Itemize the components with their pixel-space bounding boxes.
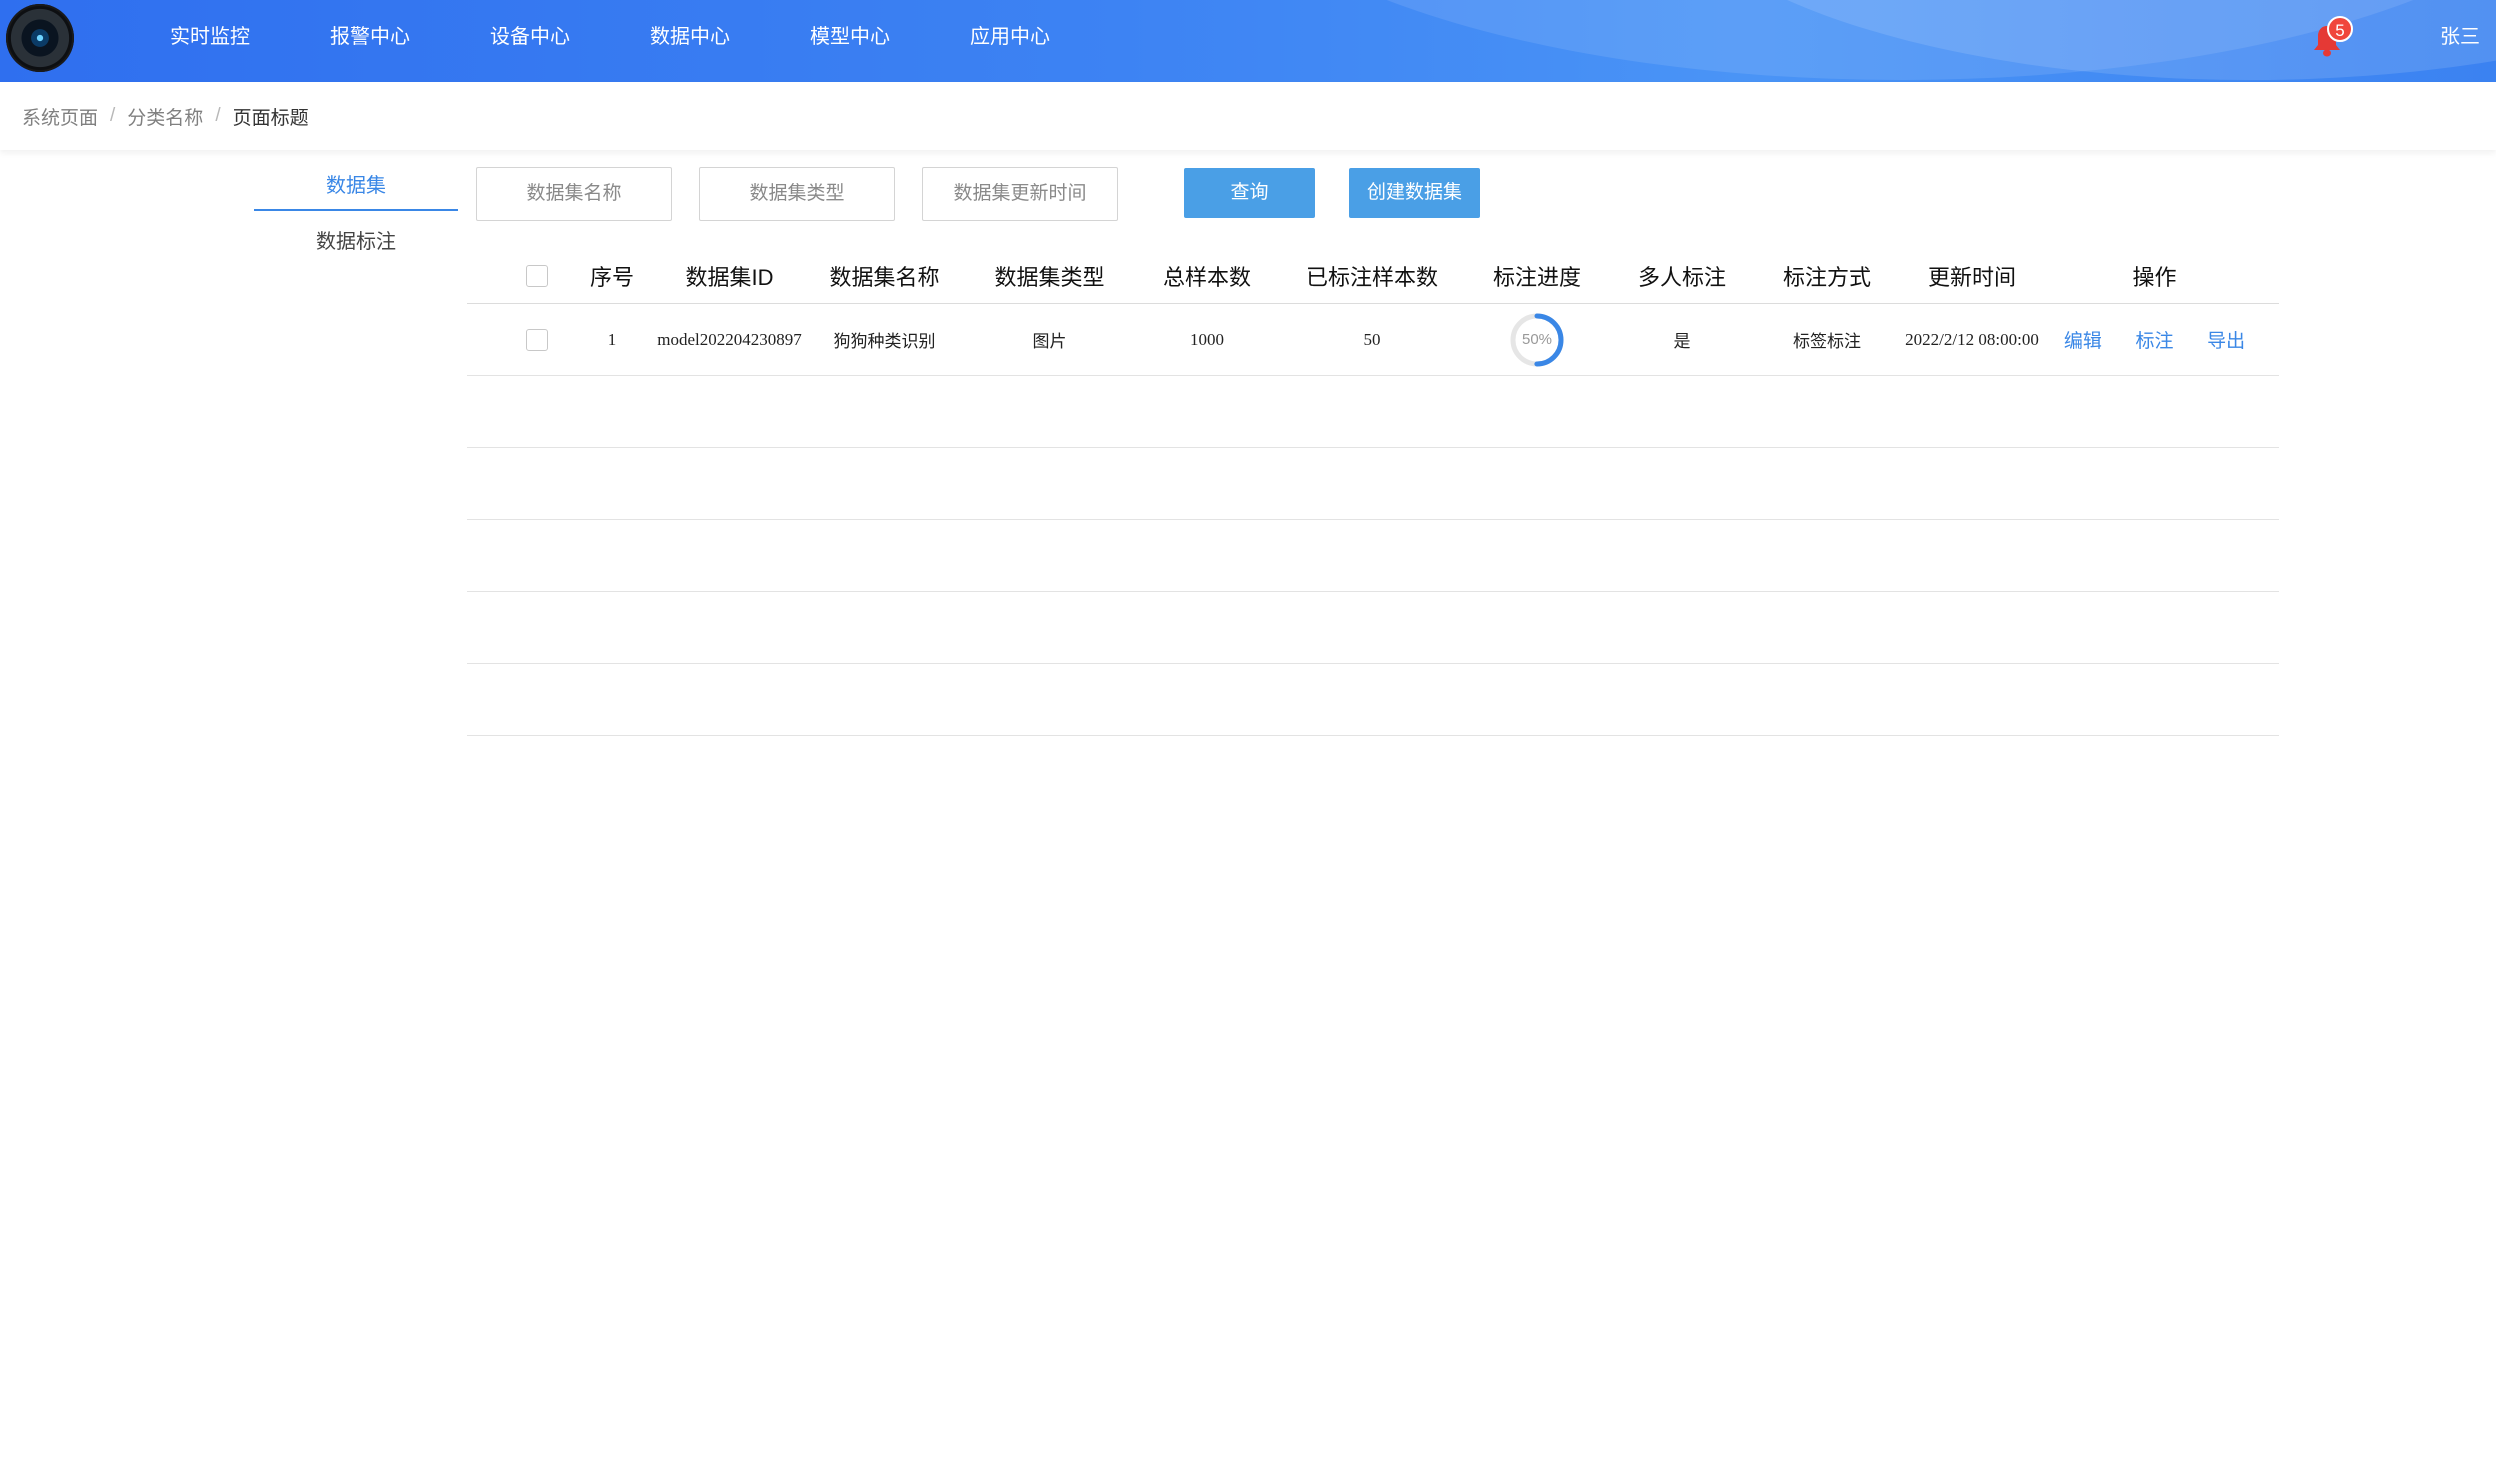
- progress-ring: 50%: [1509, 312, 1565, 368]
- nav-item-data-center[interactable]: 数据中心: [610, 0, 770, 74]
- tab-dataset[interactable]: 数据集: [254, 165, 458, 211]
- column-header: 操作: [2132, 264, 2177, 290]
- breadcrumb-item-system[interactable]: 系统页面: [22, 103, 98, 130]
- column-header: 已标注样本数: [1305, 264, 1438, 290]
- cell-dataset-name: 狗狗种类识别: [833, 332, 936, 351]
- nav-item-alarm-center[interactable]: 报警中心: [290, 0, 450, 74]
- breadcrumb-item-current: 页面标题: [232, 107, 309, 129]
- user-name[interactable]: 张三: [2440, 0, 2480, 74]
- column-header: 数据集类型: [994, 264, 1105, 290]
- column-header: 标注进度: [1492, 264, 1581, 290]
- cell-index: 1: [607, 329, 617, 349]
- dataset-name-input[interactable]: [476, 167, 672, 221]
- breadcrumb: 系统页面 / 分类名称 / 页面标题: [0, 82, 2496, 150]
- column-header: 标注方式: [1782, 264, 1871, 290]
- nav-item-model-center[interactable]: 模型中心: [770, 0, 930, 74]
- annotate-link[interactable]: 标注: [2135, 326, 2173, 353]
- column-header: 数据集ID: [685, 264, 774, 290]
- breadcrumb-separator: /: [215, 105, 221, 126]
- cell-annotation-method: 标签标注: [1793, 332, 1861, 351]
- nav-item-realtime-monitor[interactable]: 实时监控: [130, 0, 290, 74]
- empty-table-row: [467, 448, 2279, 520]
- cell-multi-annotation: 是: [1673, 332, 1691, 351]
- table-row[interactable]: 1 model202204230897 狗狗种类识别 图片 1000 50 50…: [467, 304, 2279, 376]
- cell-updated-time: 2022/2/12 08:00:00: [1905, 329, 2039, 349]
- dataset-table: 序号 数据集ID 数据集名称 数据集类型 总样本数 已标注样本数 标注进度 多人…: [467, 248, 2279, 736]
- cell-progress: 50%: [1467, 304, 1607, 375]
- cell-dataset-type: 图片: [1032, 332, 1067, 351]
- tab-data-annotation[interactable]: 数据标注: [254, 221, 458, 267]
- edit-link[interactable]: 编辑: [2064, 326, 2102, 353]
- select-all-checkbox[interactable]: [526, 264, 548, 287]
- nav-item-app-center[interactable]: 应用中心: [930, 0, 1090, 74]
- column-header: 总样本数: [1162, 264, 1251, 290]
- row-checkbox[interactable]: [526, 328, 548, 351]
- cell-dataset-id: model202204230897: [657, 329, 802, 349]
- dataset-type-input[interactable]: [699, 167, 895, 221]
- top-navigation-bar: 实时监控 报警中心 设备中心 数据中心 模型中心 应用中心 5 张三: [0, 0, 2496, 82]
- cell-actions: 编辑 标注 导出: [2047, 304, 2262, 375]
- empty-table-row: [467, 376, 2279, 448]
- export-link[interactable]: 导出: [2207, 326, 2245, 353]
- camera-lens-icon[interactable]: [6, 4, 74, 72]
- empty-table-row: [467, 520, 2279, 592]
- cell-labeled-samples: 50: [1363, 329, 1381, 349]
- progress-label: 50%: [1521, 330, 1553, 348]
- side-tabs: 数据集 数据标注: [254, 165, 458, 267]
- empty-table-row: [467, 592, 2279, 664]
- dataset-update-time-input[interactable]: [922, 167, 1118, 221]
- column-header: 更新时间: [1927, 264, 2016, 290]
- empty-table-row: [467, 664, 2279, 736]
- breadcrumb-item-category[interactable]: 分类名称: [127, 103, 203, 130]
- notification-badge: 5: [2327, 16, 2353, 42]
- create-dataset-button[interactable]: 创建数据集: [1349, 168, 1480, 218]
- breadcrumb-separator: /: [110, 105, 116, 126]
- column-header: 数据集名称: [829, 264, 940, 290]
- table-header: 序号 数据集ID 数据集名称 数据集类型 总样本数 已标注样本数 标注进度 多人…: [467, 248, 2279, 304]
- nav-item-device-center[interactable]: 设备中心: [450, 0, 610, 74]
- row-select-cell: [517, 304, 557, 375]
- select-all-cell: [517, 248, 557, 303]
- main-nav: 实时监控 报警中心 设备中心 数据中心 模型中心 应用中心: [130, 0, 1090, 74]
- query-button[interactable]: 查询: [1184, 168, 1315, 218]
- cell-total-samples: 1000: [1190, 329, 1224, 349]
- column-header: 序号: [589, 264, 634, 290]
- column-header: 多人标注: [1637, 264, 1726, 290]
